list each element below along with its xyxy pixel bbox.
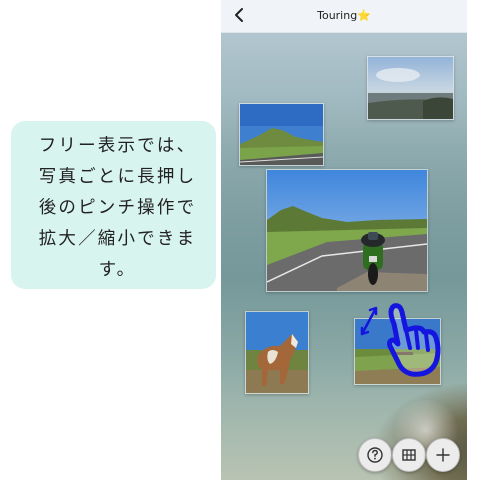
photo-horse[interactable] bbox=[245, 311, 309, 394]
instruction-callout: フリー表示では、 写真ごとに長押し 後のピンチ操作で 拡大／縮小できま す。 bbox=[11, 121, 216, 289]
photo-meadow[interactable] bbox=[354, 318, 441, 385]
plus-icon bbox=[436, 448, 450, 462]
top-navbar: Touring⭐ bbox=[221, 0, 467, 33]
question-icon bbox=[367, 447, 383, 463]
instruction-text: フリー表示では、 写真ごとに長押し 後のピンチ操作で 拡大／縮小できま す。 bbox=[38, 136, 197, 280]
photo-green-hill[interactable] bbox=[239, 103, 324, 166]
photo-motorcycle[interactable] bbox=[266, 169, 428, 292]
app-screen: Touring⭐ bbox=[221, 0, 467, 480]
page-title: Touring⭐ bbox=[317, 9, 371, 22]
layout-button[interactable] bbox=[392, 438, 426, 472]
add-button[interactable] bbox=[426, 438, 460, 472]
help-button[interactable] bbox=[358, 438, 392, 472]
photo-coast-town[interactable] bbox=[367, 56, 454, 120]
grid-icon bbox=[402, 449, 416, 461]
